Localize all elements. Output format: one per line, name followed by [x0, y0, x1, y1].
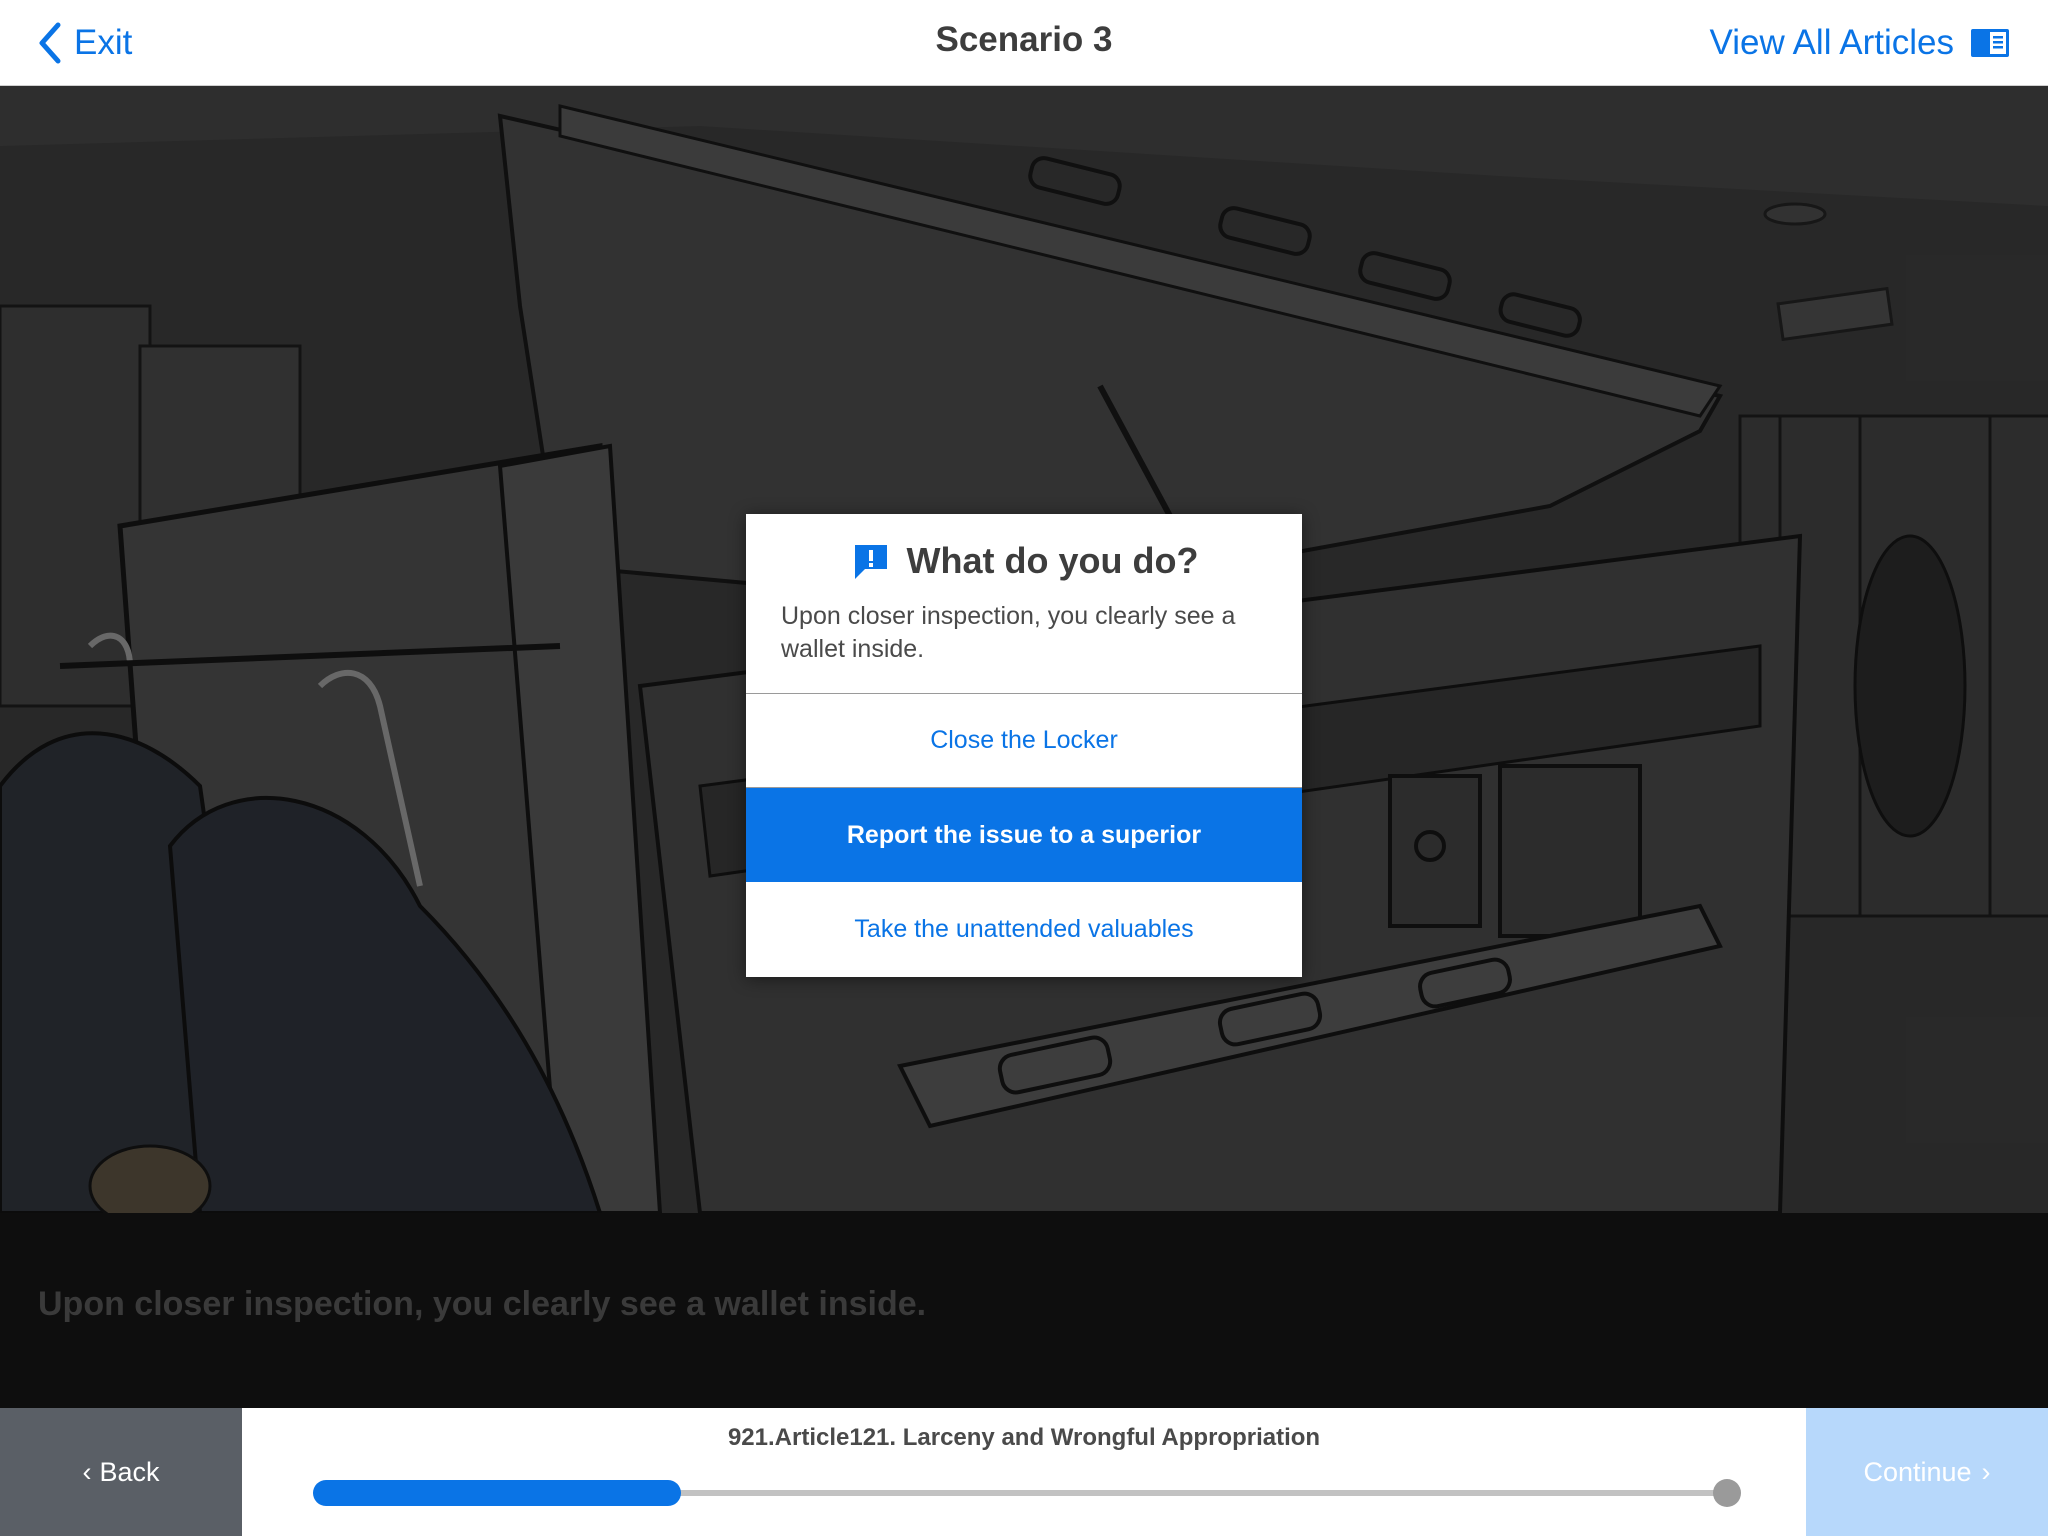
bottom-bar: ‹ Back 921.Article121. Larceny and Wrong… — [0, 1408, 2048, 1536]
dialog-header: What do you do? Upon closer inspection, … — [746, 514, 1302, 694]
alert-bubble-icon — [854, 545, 887, 579]
back-label: Back — [99, 1456, 160, 1487]
continue-button[interactable]: Continue › — [1806, 1408, 2048, 1536]
chevron-left-small-icon: ‹ — [82, 1456, 92, 1487]
progress-fill — [313, 1480, 681, 1506]
article-title: 921.Article121. Larceny and Wrongful App… — [727, 1424, 1321, 1451]
top-navigation-bar: Exit Scenario 3 View All Articles — [0, 0, 2048, 86]
choice-take-valuables-button[interactable]: Take the unattended valuables — [746, 882, 1302, 976]
caption-text: Upon closer inspection, you clearly see … — [38, 1285, 927, 1323]
dialog-title: What do you do? — [906, 540, 1199, 581]
dialog-title-row: What do you do? — [781, 540, 1268, 582]
continue-label: Continue — [1863, 1456, 1972, 1487]
choice-close-locker-button[interactable]: Close the Locker — [746, 694, 1302, 788]
choice-dialog: What do you do? Upon closer inspection, … — [746, 514, 1302, 977]
chevron-right-small-icon: › — [1981, 1456, 1991, 1487]
progress-end-marker — [1713, 1479, 1741, 1507]
dialog-body-text: Upon closer inspection, you clearly see … — [781, 602, 1236, 663]
caption-strip: Upon closer inspection, you clearly see … — [0, 1213, 2048, 1408]
back-button[interactable]: ‹ Back — [0, 1408, 242, 1536]
choice-report-superior-button[interactable]: Report the issue to a superior — [746, 788, 1302, 882]
view-all-articles-label: View All Articles — [1709, 23, 1954, 62]
book-icon — [1971, 29, 2009, 57]
view-all-articles-button[interactable]: View All Articles — [1710, 20, 2010, 66]
progress-track — [313, 1479, 1741, 1507]
